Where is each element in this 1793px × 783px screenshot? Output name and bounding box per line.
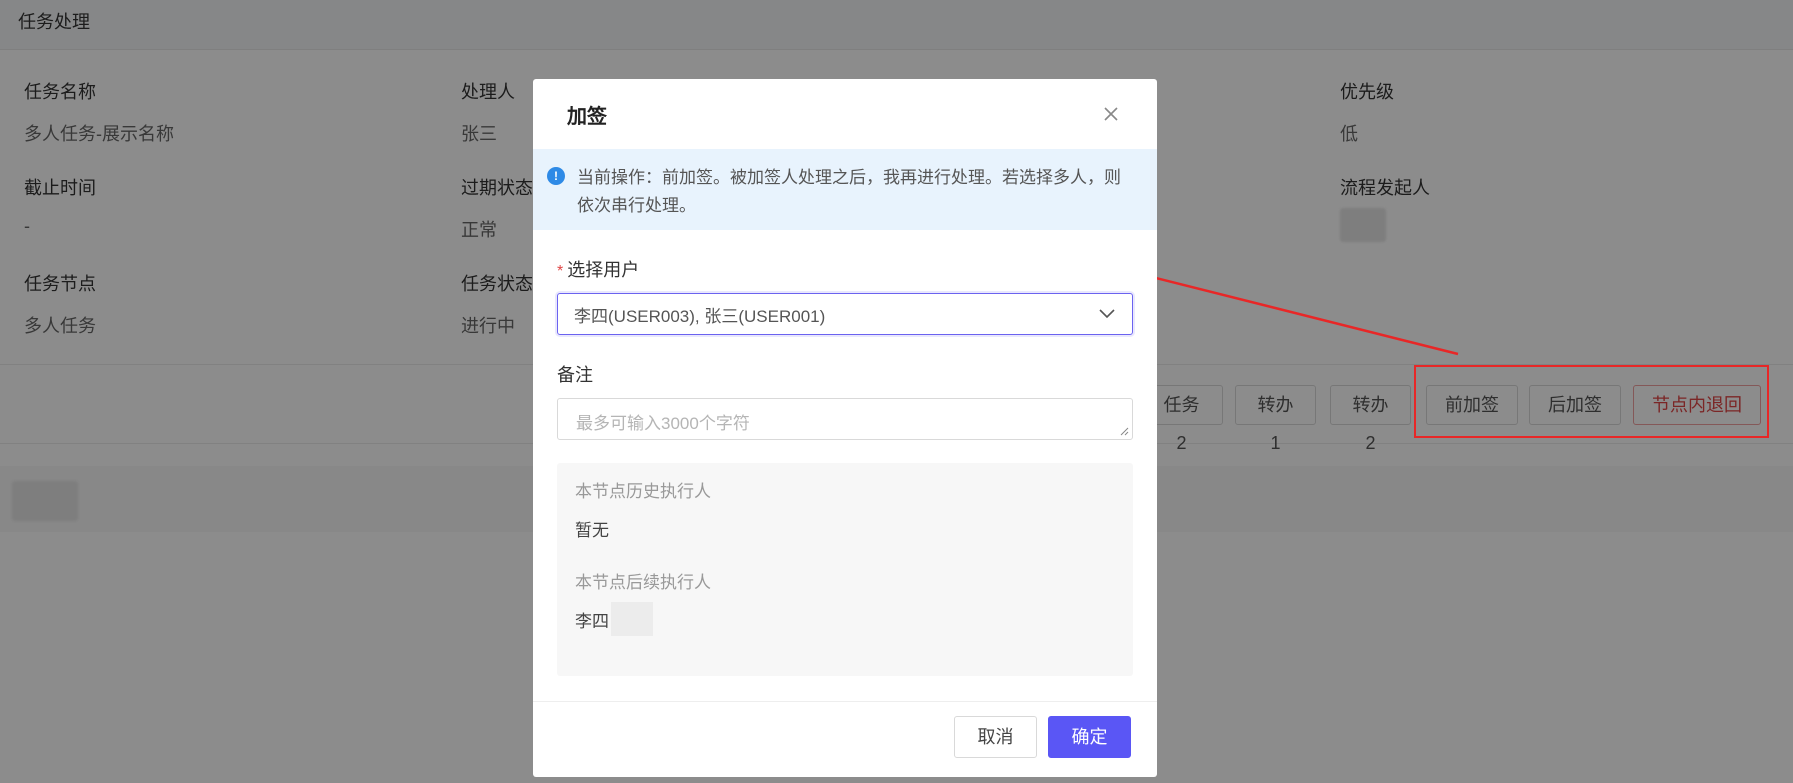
select-user-label: * 选择用户 — [557, 256, 1133, 280]
history-executor-label: 本节点历史执行人 — [575, 482, 711, 501]
add-sign-dialog: 加签 ! 当前操作：前加签。被加签人处理之后，我再进行处理。若选择多人，则依次串… — [533, 79, 1157, 777]
dialog-body: * 选择用户 李四(USER003), 张三(USER001) 备注 最多可输入3… — [533, 256, 1157, 676]
next-executor-value: 李四 — [575, 602, 1115, 636]
chevron-down-icon — [1099, 309, 1115, 319]
annotation-highlight-box — [1414, 365, 1769, 438]
remark-input[interactable]: 最多可输入3000个字符 — [557, 398, 1133, 440]
dialog-header: 加签 — [533, 79, 1157, 149]
user-select-value: 李四(USER003), 张三(USER001) — [574, 306, 826, 326]
info-icon: ! — [547, 167, 565, 185]
notice-text: 当前操作：前加签。被加签人处理之后，我再进行处理。若选择多人，则依次串行处理。 — [577, 168, 1121, 215]
blurred-id — [611, 602, 653, 636]
resize-handle-icon[interactable] — [1119, 426, 1129, 436]
required-icon: * — [557, 263, 564, 280]
remark-label: 备注 — [557, 365, 593, 385]
remark-placeholder: 最多可输入3000个字符 — [576, 414, 750, 433]
cancel-button[interactable]: 取消 — [954, 716, 1037, 758]
history-executor-value: 暂无 — [575, 520, 609, 540]
user-select[interactable]: 李四(USER003), 张三(USER001) — [557, 293, 1133, 335]
dialog-footer: 取消 确定 — [533, 701, 1157, 777]
select-user-label-text: 选择用户 — [567, 260, 640, 280]
operation-notice: ! 当前操作：前加签。被加签人处理之后，我再进行处理。若选择多人，则依次串行处理… — [533, 149, 1157, 230]
confirm-button[interactable]: 确定 — [1048, 716, 1131, 758]
dialog-title: 加签 — [567, 105, 607, 128]
next-executor-label: 本节点后续执行人 — [575, 573, 711, 592]
next-executor-name: 李四 — [575, 611, 609, 631]
executor-info-panel: 本节点历史执行人 暂无 本节点后续执行人 李四 — [557, 463, 1133, 676]
close-icon[interactable] — [1099, 102, 1123, 126]
